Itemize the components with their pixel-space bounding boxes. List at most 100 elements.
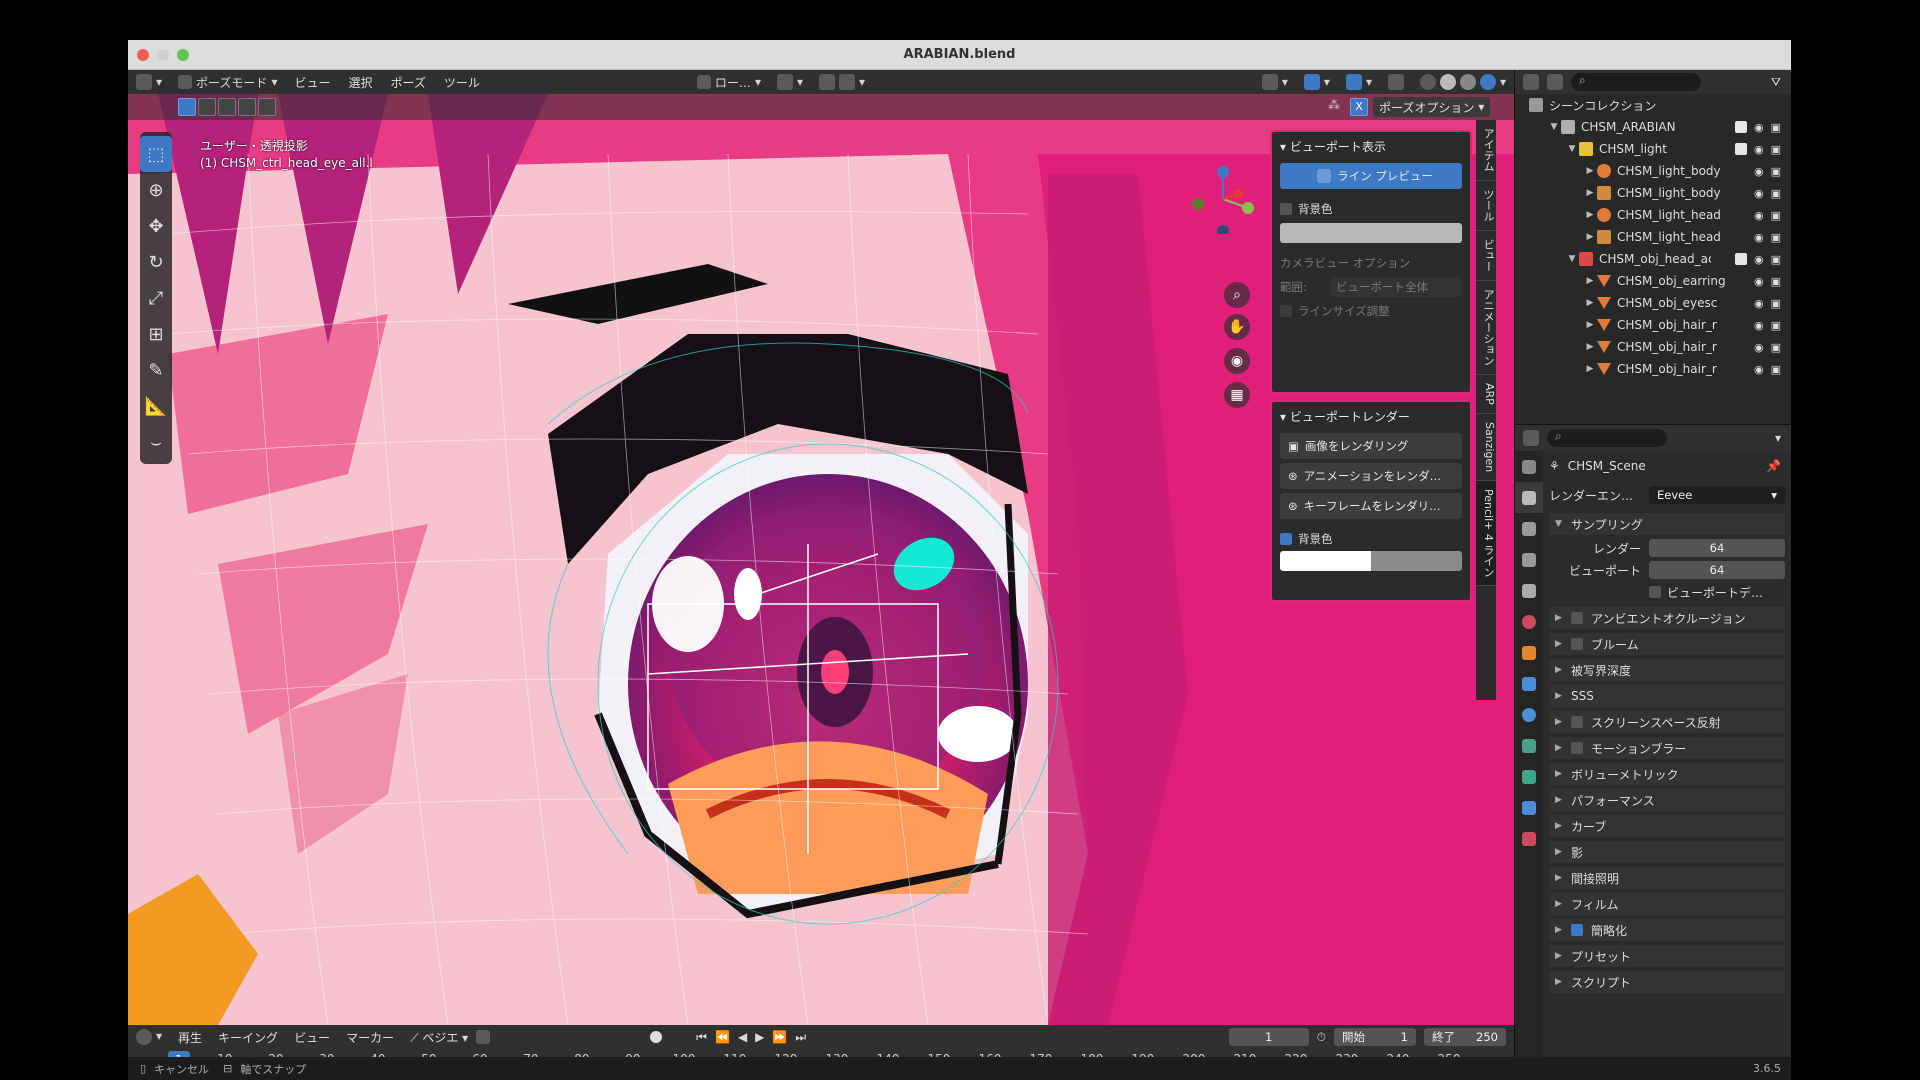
viewport-samples-field[interactable]: 64: [1649, 561, 1785, 579]
pin-icon[interactable]: 📌: [1766, 459, 1781, 473]
render-section-header[interactable]: ▶ ボリューメトリック: [1549, 763, 1785, 785]
render-engine-dropdown[interactable]: Eevee ▾: [1649, 486, 1785, 504]
outliner-row[interactable]: ▼ CHSM_light ◉ ▣: [1515, 138, 1791, 160]
camera-icon[interactable]: ▣: [1771, 209, 1781, 222]
properties-options-icon[interactable]: ▾: [1775, 431, 1781, 445]
render-section-header[interactable]: ▶ 被写界深度: [1549, 659, 1785, 681]
play-icon[interactable]: ▶: [755, 1030, 764, 1044]
eye-icon[interactable]: ◉: [1754, 363, 1764, 376]
camera-icon[interactable]: ▣: [1771, 121, 1781, 134]
interpolation-dropdown[interactable]: ⟋ ベジエ ▾: [402, 1029, 476, 1046]
transform-orientation-dropdown[interactable]: ロー… ▾: [689, 74, 769, 91]
section-checkbox[interactable]: [1571, 924, 1583, 936]
start-frame-field[interactable]: 開始 1: [1334, 1028, 1416, 1046]
render-section-header[interactable]: ▶ アンビエントオクルージョン: [1549, 607, 1785, 629]
properties-editor-icon[interactable]: [1523, 430, 1539, 446]
menu-tool[interactable]: ツール: [435, 74, 489, 91]
outliner-row[interactable]: ▼ CHSM_ARABIAN ◉ ▣: [1515, 116, 1791, 138]
render-section-header[interactable]: ▶ 影: [1549, 841, 1785, 863]
camera-icon[interactable]: ▣: [1771, 143, 1781, 156]
mirror-pose-icon[interactable]: ⁂: [1328, 98, 1346, 116]
rendered-shading-icon[interactable]: [1479, 74, 1496, 90]
shading-buttons[interactable]: ▾: [1412, 74, 1514, 90]
render-section-header[interactable]: ▶ スクリーンスペース反射: [1549, 711, 1785, 733]
bg-color-row[interactable]: 背景色: [1280, 197, 1462, 221]
modifier-tab[interactable]: [1515, 668, 1543, 699]
select-extend-button[interactable]: [198, 98, 216, 116]
select-box-tool[interactable]: ⬚: [140, 136, 172, 172]
line-preview-button[interactable]: ライン プレビュー: [1280, 163, 1462, 189]
camera-icon[interactable]: ▣: [1771, 187, 1781, 200]
menu-pose[interactable]: ポーズ: [382, 74, 435, 91]
mode-dropdown[interactable]: ポーズモード ▾: [170, 74, 285, 91]
render-section-header[interactable]: ▶ カーブ: [1549, 815, 1785, 837]
menu-playback[interactable]: 再生: [170, 1029, 210, 1046]
tab-item[interactable]: アイテム: [1476, 120, 1496, 181]
menu-keying[interactable]: キーイング: [210, 1029, 286, 1046]
camera-icon[interactable]: ▣: [1771, 231, 1781, 244]
expand-arrow-icon[interactable]: ▶: [1583, 364, 1597, 374]
camera-icon[interactable]: ▣: [1771, 275, 1781, 288]
render-bg-row[interactable]: 背景色: [1280, 527, 1462, 551]
viewport-denoise-checkbox[interactable]: [1649, 586, 1661, 598]
visibility-dropdown[interactable]: ▾: [1254, 74, 1296, 90]
ortho-toggle-button[interactable]: ▦: [1224, 382, 1250, 408]
constraint-tab[interactable]: [1515, 730, 1543, 761]
eye-icon[interactable]: ◉: [1754, 297, 1764, 310]
exclude-checkbox[interactable]: [1734, 143, 1747, 155]
camera-icon[interactable]: ▣: [1771, 253, 1781, 266]
tab-sanzigen[interactable]: Sanzigen: [1476, 414, 1496, 482]
expand-arrow-icon[interactable]: ▶: [1583, 188, 1597, 198]
render-section-header[interactable]: ▶ パフォーマンス: [1549, 789, 1785, 811]
zoom-button[interactable]: ⌕: [1224, 282, 1250, 308]
tab-animation[interactable]: アニメーション: [1476, 281, 1496, 375]
section-checkbox[interactable]: [1571, 612, 1583, 624]
select-subtract-button[interactable]: [218, 98, 236, 116]
view-layer-tab[interactable]: [1515, 544, 1543, 575]
render-section-header[interactable]: ▶ ブルーム: [1549, 633, 1785, 655]
pivot-dropdown[interactable]: ▾: [769, 74, 811, 90]
measure-tool[interactable]: 📐: [140, 388, 172, 424]
expand-arrow-icon[interactable]: ▶: [1583, 320, 1597, 330]
render-bg-swatch[interactable]: [1280, 551, 1462, 571]
section-checkbox[interactable]: [1571, 638, 1583, 650]
timeline-editor-dropdown[interactable]: ▾: [128, 1029, 170, 1045]
render-animation-button[interactable]: ⊛ アニメーションをレンダ…: [1280, 463, 1462, 489]
output-tab[interactable]: [1515, 513, 1543, 544]
exclude-checkbox[interactable]: [1734, 121, 1747, 133]
tab-view[interactable]: ビュー: [1476, 231, 1496, 281]
viewport-display-header[interactable]: ▾ ビューポート表示: [1280, 138, 1462, 155]
menu-select[interactable]: 選択: [339, 74, 381, 91]
render-section-header[interactable]: ▶ SSS: [1549, 685, 1785, 707]
menu-marker[interactable]: マーカー: [338, 1029, 402, 1046]
eye-icon[interactable]: ◉: [1754, 253, 1764, 266]
expand-arrow-icon[interactable]: ▶: [1583, 276, 1597, 286]
current-frame-field[interactable]: 1: [1228, 1028, 1309, 1046]
tool-tab[interactable]: [1515, 451, 1543, 482]
outliner-row[interactable]: ▶ CHSM_light_head ◉ ▣: [1515, 226, 1791, 248]
sampling-section-header[interactable]: ▼ サンプリング: [1549, 513, 1785, 535]
jump-end-icon[interactable]: ⏭: [795, 1030, 806, 1045]
render-tab[interactable]: [1515, 482, 1543, 513]
expand-arrow-icon[interactable]: ▶: [1583, 166, 1597, 176]
expand-arrow-icon[interactable]: ▶: [1583, 210, 1597, 220]
outliner-search-input[interactable]: ⌕: [1571, 73, 1701, 91]
eye-icon[interactable]: ◉: [1754, 275, 1764, 288]
navigation-gizmo[interactable]: [1188, 164, 1258, 234]
overlay-toggle[interactable]: ▾: [1338, 74, 1380, 90]
menu-timeline-view[interactable]: ビュー: [286, 1029, 338, 1046]
eye-icon[interactable]: ◉: [1754, 341, 1764, 354]
outliner-row[interactable]: ▶ CHSM_obj_hair_r ◉ ▣: [1515, 314, 1791, 336]
camera-icon[interactable]: ▣: [1771, 319, 1781, 332]
material-shading-icon[interactable]: [1459, 74, 1476, 90]
eye-icon[interactable]: ◉: [1754, 165, 1764, 178]
cursor-tool[interactable]: ⊕: [140, 172, 172, 208]
camera-icon[interactable]: ▣: [1771, 363, 1781, 376]
select-invert-button[interactable]: [238, 98, 256, 116]
outliner-row[interactable]: ▶ CHSM_light_head ◉ ▣: [1515, 204, 1791, 226]
render-section-header[interactable]: ▶ 間接照明: [1549, 867, 1785, 889]
bone-constraint-tab[interactable]: [1515, 792, 1543, 823]
pose-options-dropdown[interactable]: ポーズオプション ▾: [1373, 97, 1491, 117]
scene-tab[interactable]: [1515, 575, 1543, 606]
filter-icon[interactable]: ⛛: [1771, 75, 1781, 90]
